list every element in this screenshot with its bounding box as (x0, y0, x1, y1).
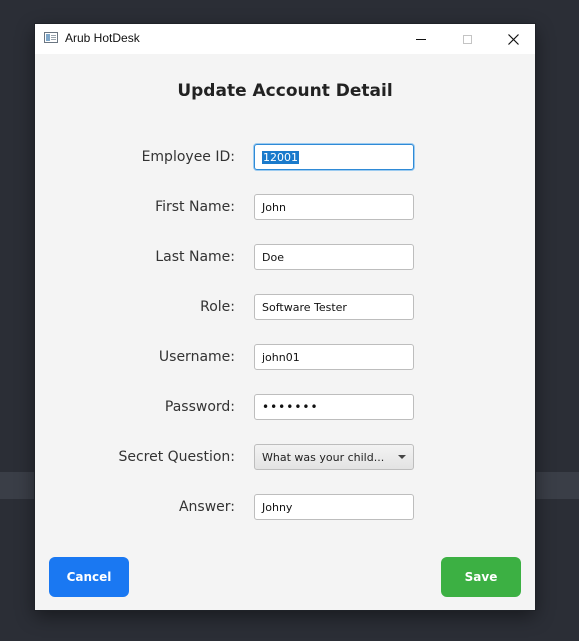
window-title: Arub HotDesk (65, 31, 140, 45)
username-field[interactable]: john01 (254, 344, 414, 370)
cancel-button[interactable]: Cancel (49, 557, 129, 597)
employee-id-field[interactable]: 12001 (254, 144, 414, 170)
maximize-icon (462, 34, 472, 44)
answer-label: Answer: (178, 499, 235, 515)
close-button[interactable] (490, 24, 536, 54)
employee-id-label: Employee ID: (141, 149, 235, 165)
first-name-value: John (262, 200, 286, 214)
first-name-label: First Name: (155, 199, 235, 215)
answer-field[interactable]: Johny (254, 494, 414, 520)
username-label: Username: (158, 349, 235, 365)
chevron-down-icon (398, 455, 406, 459)
page-title: Update Account Detail (177, 81, 393, 101)
last-name-value: Doe (262, 250, 284, 264)
title-bar[interactable]: Arub HotDesk (35, 24, 535, 54)
save-button[interactable]: Save (441, 557, 521, 597)
employee-id-value: 12001 (262, 150, 299, 164)
password-value: ••••••• (262, 400, 319, 414)
first-name-field[interactable]: John (254, 194, 414, 220)
close-icon (507, 33, 519, 45)
password-field[interactable]: ••••••• (254, 394, 414, 420)
last-name-field[interactable]: Doe (254, 244, 414, 270)
update-account-window: Arub HotDesk Update Account Detail Emplo… (35, 24, 535, 610)
secret-question-value: What was your child... (262, 450, 385, 464)
role-field[interactable]: Software Tester (254, 294, 414, 320)
secret-question-label: Secret Question: (118, 449, 235, 465)
role-label: Role: (200, 299, 235, 315)
role-value: Software Tester (262, 300, 347, 314)
username-value: john01 (262, 350, 300, 364)
answer-value: Johny (262, 500, 293, 514)
last-name-label: Last Name: (155, 249, 235, 265)
minimize-icon (416, 38, 426, 40)
app-window-icon (44, 32, 58, 43)
password-label: Password: (164, 399, 235, 415)
minimize-button[interactable] (398, 24, 444, 54)
secret-question-dropdown[interactable]: What was your child... (254, 444, 414, 470)
maximize-button[interactable] (444, 24, 490, 54)
